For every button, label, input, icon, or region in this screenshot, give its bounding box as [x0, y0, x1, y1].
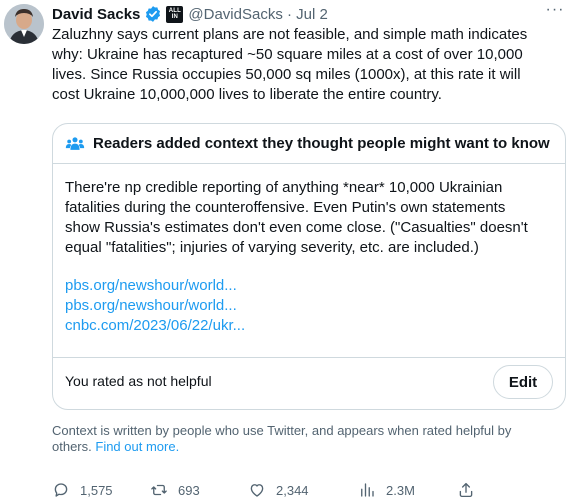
share-button[interactable] — [457, 478, 485, 502]
community-note-body: There're np credible reporting of anythi… — [65, 179, 528, 256]
reply-button[interactable]: 1,575 — [52, 478, 113, 502]
community-note-card: Readers added context they thought peopl… — [52, 123, 566, 410]
more-options-button[interactable]: ··· — [544, 1, 566, 22]
like-count: 2,344 — [276, 482, 309, 498]
action-bar: 1,575 693 2,344 2.3M — [52, 478, 492, 502]
edit-rating-button[interactable]: Edit — [493, 365, 553, 399]
tweet-date[interactable]: Jul 2 — [296, 6, 328, 23]
retweet-button[interactable]: 693 — [150, 478, 200, 502]
tweet-header: David Sacks ALL IN @DavidSacks · Jul 2 — [52, 4, 328, 24]
context-disclaimer: Context is written by people who use Twi… — [52, 423, 512, 454]
source-link[interactable]: pbs.org/newshour/world... — [65, 276, 245, 296]
find-out-more-link[interactable]: Find out more. — [95, 439, 179, 454]
author-handle[interactable]: @DavidSacks · Jul 2 — [188, 6, 327, 23]
reply-count: 1,575 — [80, 482, 113, 498]
views-button[interactable]: 2.3M — [358, 478, 415, 502]
avatar[interactable] — [4, 4, 44, 44]
retweet-icon — [151, 484, 167, 496]
source-link[interactable]: cnbc.com/2023/06/22/ukr... — [65, 316, 245, 336]
author-name[interactable]: David Sacks — [52, 6, 140, 23]
tweet-text: Zaluzhny says current plans are not feas… — [52, 26, 528, 103]
view-count: 2.3M — [386, 482, 415, 498]
retweet-count: 693 — [178, 482, 200, 498]
affiliate-badge[interactable]: ALL IN — [166, 5, 184, 23]
like-icon — [250, 484, 264, 497]
community-note-sources: pbs.org/newshour/world... pbs.org/newsho… — [65, 276, 245, 336]
views-icon — [361, 483, 374, 497]
share-icon — [459, 482, 473, 498]
more-icon: ··· — [545, 1, 565, 18]
community-note-title: Readers added context they thought peopl… — [93, 135, 550, 152]
community-note-header[interactable]: Readers added context they thought peopl… — [53, 124, 565, 164]
like-button[interactable]: 2,344 — [248, 478, 309, 502]
readers-icon — [65, 136, 85, 150]
divider — [53, 357, 565, 358]
reply-icon — [54, 483, 68, 497]
rating-status: You rated as not helpful — [65, 373, 212, 389]
verified-icon — [146, 6, 161, 22]
source-link[interactable]: pbs.org/newshour/world... — [65, 296, 245, 316]
